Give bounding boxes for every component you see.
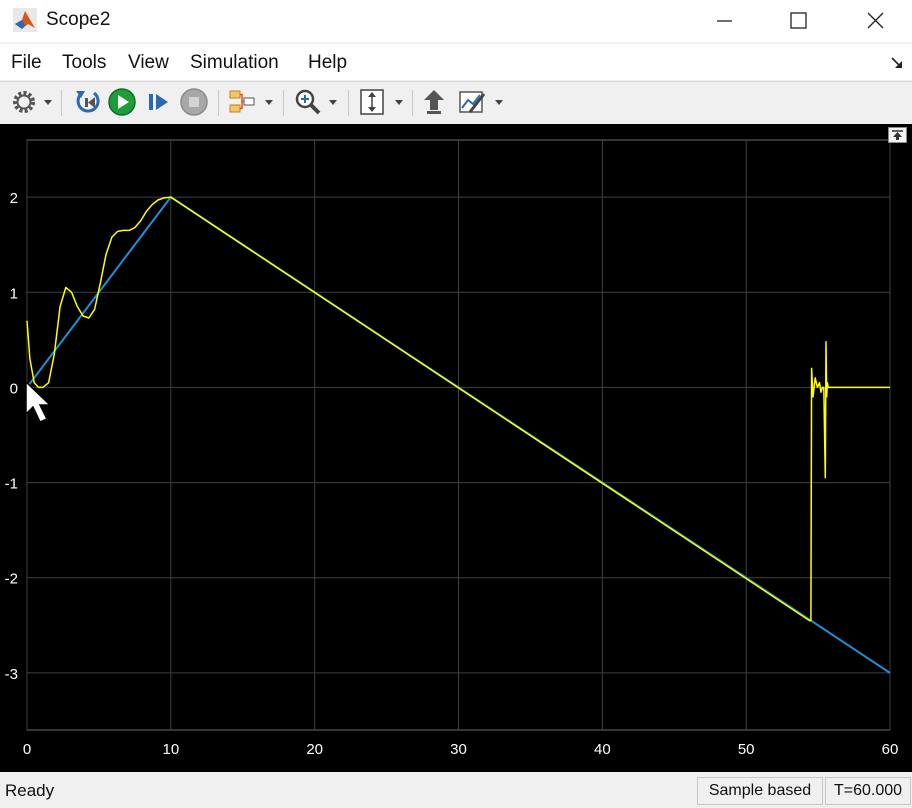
- scope-plot[interactable]: 0 10 20 30 40 50 60 -3 -2 -1 0 1 2: [0, 124, 912, 772]
- x-tick-label: 60: [882, 741, 899, 758]
- toolbar-separator: [61, 90, 62, 116]
- x-tick-label: 0: [23, 741, 31, 758]
- menu-file[interactable]: File: [11, 52, 42, 74]
- menu-view[interactable]: View: [128, 52, 169, 74]
- close-icon: [867, 12, 884, 29]
- y-tick-label: -3: [5, 666, 18, 683]
- maximize-button[interactable]: [771, 0, 827, 42]
- sample-mode-indicator[interactable]: Sample based: [697, 777, 823, 805]
- gear-icon[interactable]: [8, 86, 40, 118]
- step-back-icon[interactable]: [72, 86, 104, 118]
- x-tick-label: 10: [162, 741, 179, 758]
- simulation-time-indicator: T=60.000: [825, 777, 911, 805]
- menu-tools[interactable]: Tools: [62, 52, 106, 74]
- menu-simulation[interactable]: Simulation: [190, 52, 279, 74]
- y-tick-label: 0: [10, 380, 18, 397]
- x-tick-label: 20: [306, 741, 323, 758]
- status-bar: Ready Sample based T=60.000: [0, 773, 912, 808]
- y-tick-label: -2: [5, 571, 18, 588]
- matlab-logo-icon: [13, 8, 37, 32]
- y-tick-label: 2: [10, 190, 18, 207]
- menu-bar: File Tools View Simulation Help: [0, 44, 912, 80]
- dock-arrow-icon[interactable]: [890, 56, 904, 70]
- restore-view-icon[interactable]: [888, 127, 907, 143]
- zoom-icon[interactable]: [292, 86, 324, 118]
- highlight-block-icon[interactable]: [418, 86, 450, 118]
- scale-axes-icon[interactable]: [356, 86, 388, 118]
- toolbar-separator: [283, 90, 284, 116]
- chevron-down-icon[interactable]: [394, 98, 404, 106]
- run-icon[interactable]: [106, 86, 138, 118]
- chevron-down-icon[interactable]: [43, 98, 53, 106]
- x-tick-label: 50: [738, 741, 755, 758]
- close-button[interactable]: [848, 0, 904, 42]
- window-title: Scope2: [46, 9, 111, 30]
- signal-triggers-icon[interactable]: [226, 86, 258, 118]
- minimize-button[interactable]: [697, 0, 753, 42]
- chevron-down-icon[interactable]: [264, 98, 274, 106]
- x-tick-label: 40: [594, 741, 611, 758]
- maximize-icon: [790, 12, 807, 29]
- step-forward-icon[interactable]: [142, 86, 174, 118]
- toolbar-separator: [412, 90, 413, 116]
- toolbar-separator: [218, 90, 219, 116]
- x-tick-label: 30: [450, 741, 467, 758]
- stop-icon[interactable]: [178, 86, 210, 118]
- style-icon[interactable]: [456, 86, 488, 118]
- scope-window: Scope2 File Tools View Simulation Help 0…: [0, 0, 912, 808]
- title-bar: Scope2: [0, 0, 912, 42]
- toolbar-separator: [348, 90, 349, 116]
- menu-help[interactable]: Help: [308, 52, 347, 74]
- y-tick-label: -1: [5, 476, 18, 493]
- chevron-down-icon[interactable]: [494, 98, 504, 106]
- status-ready-text: Ready: [5, 781, 55, 800]
- y-tick-label: 1: [10, 285, 18, 302]
- chevron-down-icon[interactable]: [328, 98, 338, 106]
- toolbar: [0, 81, 912, 125]
- minimize-icon: [717, 20, 732, 22]
